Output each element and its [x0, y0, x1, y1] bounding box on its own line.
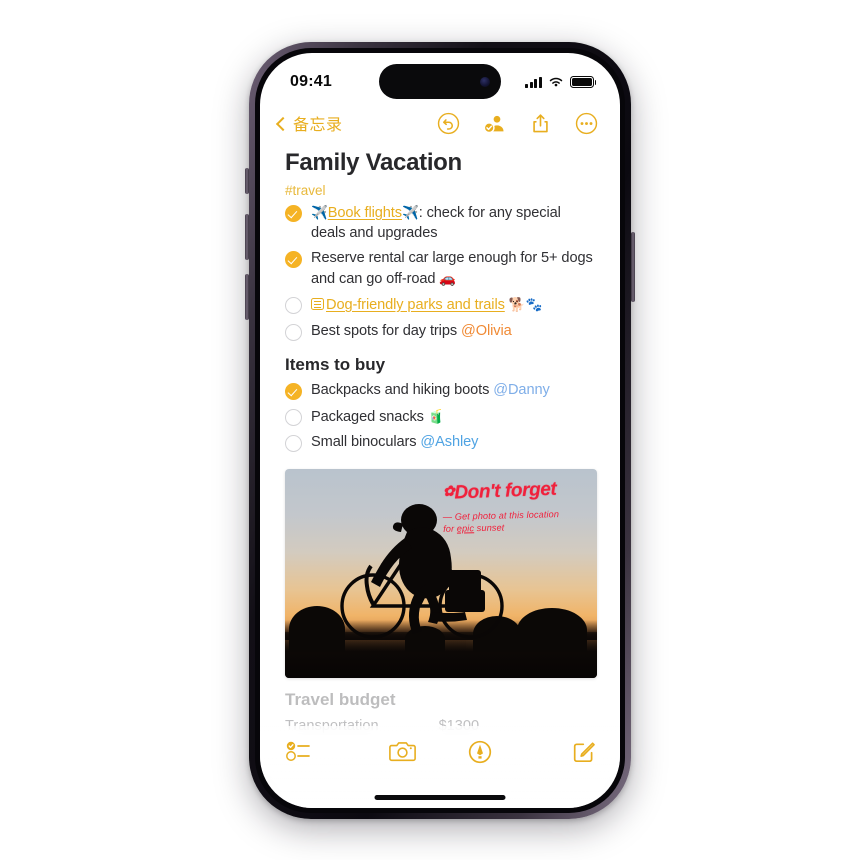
- checklist-item-text: Small binoculars @Ashley: [311, 433, 478, 453]
- checkbox-unchecked-icon[interactable]: [285, 408, 302, 426]
- checklist-item-link[interactable]: Dog-friendly parks and trails: [326, 297, 505, 313]
- checklist-item[interactable]: Reserve rental car large enough for 5+ d…: [285, 249, 598, 289]
- checkbox-unchecked-icon[interactable]: [285, 435, 302, 452]
- toolbar-item-markup[interactable]: [441, 740, 519, 764]
- checklist-item-text: Packaged snacks 🧃: [311, 407, 445, 428]
- checklist-item-label: Small binoculars: [311, 434, 421, 450]
- front-camera-icon: [480, 76, 490, 87]
- status-bar-clock: 09:41: [290, 73, 332, 90]
- airplane-icon: ✈️: [311, 205, 328, 220]
- wifi-icon: [549, 77, 563, 87]
- checkbox-checked-icon[interactable]: [285, 251, 302, 268]
- battery-full-icon: [570, 76, 597, 88]
- collaborate-icon[interactable]: [483, 112, 506, 135]
- navigation-bar: 备忘录: [260, 103, 620, 143]
- checklist-item-text: Backpacks and hiking boots @Danny: [311, 381, 550, 401]
- checklist-item-label: Best spots for day trips: [311, 322, 461, 339]
- checkbox-unchecked-icon[interactable]: [285, 323, 302, 341]
- checkbox-unchecked-icon[interactable]: [285, 297, 302, 314]
- note-subtitle: Items to buy: [285, 355, 386, 374]
- note-title: Family Vacation: [285, 149, 462, 176]
- checklist-item[interactable]: Best spots for day trips @Olivia: [285, 322, 598, 342]
- checklist-item-label: Packaged snacks: [311, 408, 428, 425]
- checklist-icon: [286, 741, 310, 761]
- note-photo-attachment[interactable]: ✿Don't forget — Get photo at this locati…: [285, 468, 597, 678]
- note-hashtag[interactable]: #travel: [285, 183, 598, 198]
- note-body[interactable]: Family Vacation #travel ✈️Book flights✈️…: [260, 143, 620, 774]
- checklist-item-label: Backpacks and hiking boots: [311, 382, 494, 398]
- power-button[interactable]: [631, 232, 635, 302]
- chevron-left-icon: [275, 116, 291, 131]
- checklist-item[interactable]: ✈️Book flights✈️: check for any special …: [285, 203, 598, 243]
- faded-section-title: Travel budget: [285, 689, 396, 709]
- toolbar-item-checklist[interactable]: [286, 740, 364, 762]
- iphone-device-frame: 09:41 备忘录 Family Vacation #travel ✈️Book…: [249, 42, 631, 819]
- checklist-item-text: ✈️Book flights✈️: check for any special …: [311, 203, 598, 243]
- undo-icon[interactable]: [437, 112, 460, 135]
- device-bezel: 09:41 备忘录 Family Vacation #travel ✈️Book…: [255, 48, 625, 813]
- navbar-actions: [437, 112, 598, 135]
- signal-bars-icon: [525, 76, 542, 88]
- back-button[interactable]: 备忘录: [275, 111, 343, 135]
- bush-silhouette: [517, 607, 587, 652]
- mention-ashley[interactable]: @Ashley: [420, 434, 478, 450]
- status-bar: 09:41: [260, 53, 620, 103]
- checklist-item-link[interactable]: Book flights: [328, 205, 402, 221]
- checklist-item[interactable]: Backpacks and hiking boots @Danny: [285, 381, 598, 401]
- back-button-label: 备忘录: [293, 117, 343, 134]
- markup-icon: [468, 740, 491, 764]
- screenshot-canvas: 09:41 备忘录 Family Vacation #travel ✈️Book…: [0, 0, 848, 860]
- checkbox-checked-icon[interactable]: [285, 205, 302, 222]
- home-indicator[interactable]: [374, 795, 506, 800]
- airplane-icon: ✈️: [401, 205, 419, 220]
- juice-box-icon: 🧃: [427, 408, 445, 424]
- checklist-item-text: Reserve rental car large enough for 5+ d…: [311, 249, 598, 289]
- more-icon[interactable]: [575, 112, 598, 135]
- car-icon: 🚗: [439, 270, 457, 286]
- status-bar-indicators: [525, 76, 597, 88]
- camera-icon: [388, 742, 416, 762]
- device-screen: 09:41 备忘录 Family Vacation #travel ✈️Book…: [260, 53, 620, 808]
- mention-danny[interactable]: @Danny: [493, 382, 550, 398]
- checklist-item-text: Best spots for day trips @Olivia: [311, 322, 512, 342]
- toolbar-item-camera[interactable]: [364, 740, 442, 763]
- checkbox-checked-icon[interactable]: [285, 383, 302, 400]
- mention-olivia[interactable]: @Olivia: [461, 323, 512, 339]
- share-icon[interactable]: [529, 112, 552, 135]
- toolbar-item-compose[interactable]: [519, 740, 597, 764]
- checklist-item[interactable]: Packaged snacks 🧃: [285, 407, 598, 428]
- dog-paw-icon: 🐕🐾: [508, 297, 543, 312]
- dynamic-island: [379, 64, 501, 99]
- cyclist-silhouette: [340, 503, 504, 639]
- checklist-item[interactable]: Dog-friendly parks and trails 🐕🐾: [285, 295, 598, 316]
- checklist-item-text: Dog-friendly parks and trails 🐕🐾: [311, 295, 542, 316]
- compose-icon: [573, 742, 595, 763]
- note-link-icon: [311, 298, 324, 310]
- checklist-item[interactable]: Small binoculars @Ashley: [285, 433, 598, 453]
